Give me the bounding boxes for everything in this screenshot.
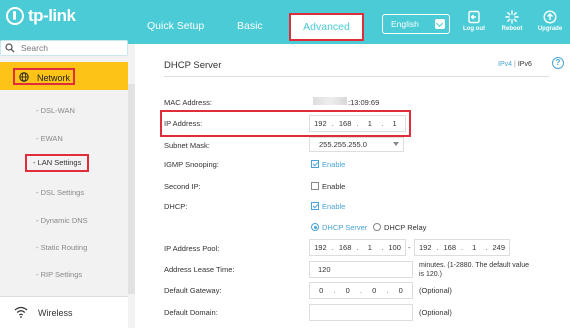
dhcp-relay-radio[interactable] <box>373 223 381 231</box>
sidebar-scrollbar[interactable] <box>128 84 135 294</box>
top-header: tp-link Quick Setup Basic Advanced Engli… <box>0 0 570 44</box>
language-value: English <box>391 19 419 29</box>
lease-time-note: minutes. (1-2880. The default value is 1… <box>419 261 529 279</box>
upgrade-label: Upgrade <box>537 26 563 32</box>
gateway-optional-note: (Optional) <box>419 286 452 295</box>
subnet-mask-select[interactable]: 255.255.255.0 <box>309 137 404 152</box>
reboot-icon <box>505 10 519 24</box>
logout-button[interactable]: Log out <box>457 10 491 32</box>
reboot-label: Reboot <box>501 26 523 32</box>
sidebar-item-network[interactable]: Network <box>0 62 128 90</box>
gateway-octet-3[interactable]: 0 <box>363 286 386 295</box>
pool-end-input[interactable]: 192. 168. 1. 249 <box>414 239 510 256</box>
dhcp-enable-label: Enable <box>322 202 346 211</box>
gateway-octet-1[interactable]: 0 <box>310 286 333 295</box>
ip-address-label: IP Address: <box>164 119 203 128</box>
upgrade-button[interactable]: Upgrade <box>533 10 567 32</box>
sidebar-item-static-routing[interactable]: - Static Routing <box>36 243 87 252</box>
dhcp-label: DHCP: <box>164 202 188 211</box>
sidebar-item-rip-settings[interactable]: - RIP Settings <box>36 270 82 279</box>
pool-end-octet-1[interactable]: 192 <box>415 243 436 252</box>
dhcp-server-label: DHCP Server <box>322 223 368 232</box>
ip-version-switch: IPv4 | IPv6 <box>498 61 532 68</box>
reboot-button[interactable]: Reboot <box>495 10 529 32</box>
dhcp-relay-label: DHCP Relay <box>384 223 427 232</box>
ip-address-input[interactable]: 192. 168. 1. 1 <box>309 115 406 132</box>
ip-octet-3[interactable]: 1 <box>360 119 381 128</box>
igmp-enable-label: Enable <box>322 160 346 169</box>
gateway-octet-2[interactable]: 0 <box>337 286 360 295</box>
section-title: DHCP Server <box>164 60 222 71</box>
dhcp-enable-checkbox[interactable] <box>311 202 319 210</box>
globe-icon <box>19 72 29 82</box>
chevron-down-icon <box>435 19 445 29</box>
lease-time-label: Address Lease Time: <box>164 265 235 274</box>
mac-redacted <box>313 97 347 105</box>
ipv4-link[interactable]: IPv4 <box>498 61 512 68</box>
second-ip-label: Second IP: <box>164 182 201 191</box>
help-icon[interactable]: ? <box>552 57 564 69</box>
tp-link-logo: tp-link <box>6 6 76 26</box>
tab-quick-setup[interactable]: Quick Setup <box>147 20 204 32</box>
ip-octet-1[interactable]: 192 <box>310 119 331 128</box>
title-divider <box>164 76 549 77</box>
network-highlight: Network <box>13 68 75 85</box>
sidebar-item-dsl-settings[interactable]: - DSL Settings <box>36 188 84 197</box>
tab-advanced[interactable]: Advanced <box>289 13 364 41</box>
lease-note-line-2: is 120.) <box>419 271 442 278</box>
ip-pool-label: IP Address Pool: <box>164 244 220 253</box>
gateway-octet-4[interactable]: 0 <box>390 286 413 295</box>
language-select[interactable]: English <box>382 14 450 34</box>
tab-basic[interactable]: Basic <box>237 20 263 32</box>
tp-link-logo-icon <box>6 7 24 25</box>
second-ip-enable-label: Enable <box>322 182 346 191</box>
pool-end-octet-3[interactable]: 1 <box>464 243 485 252</box>
sidebar-item-wireless[interactable]: Wireless <box>0 296 128 328</box>
igmp-enable-checkbox[interactable] <box>311 160 319 168</box>
sidebar-item-ewan[interactable]: - EWAN <box>36 134 63 143</box>
ip-octet-4[interactable]: 1 <box>384 119 405 128</box>
search-icon <box>5 43 15 53</box>
pool-end-octet-2[interactable]: 168 <box>440 243 461 252</box>
sidebar-item-lan-settings[interactable]: - LAN Settings <box>25 154 89 172</box>
lease-note-line-1: minutes. (1-2880. The default value <box>419 262 529 269</box>
pool-separator: - <box>408 243 411 252</box>
wireless-label: Wireless <box>38 308 73 318</box>
logout-icon <box>468 10 480 24</box>
ip-octet-2[interactable]: 168 <box>335 119 356 128</box>
default-gateway-input[interactable]: 0. 0. 0. 0 <box>309 282 413 299</box>
domain-optional-note: (Optional) <box>419 308 452 317</box>
subnet-mask-label: Subnet Mask: <box>164 141 210 150</box>
pool-start-octet-3[interactable]: 1 <box>360 243 381 252</box>
second-ip-enable-checkbox[interactable] <box>311 182 319 190</box>
subnet-mask-value: 255.255.255.0 <box>319 140 367 149</box>
mac-address-value: :13:09:69 <box>348 98 380 107</box>
sidebar-item-dsl-wan[interactable]: - DSL-WAN <box>36 106 75 115</box>
ipv6-link[interactable]: IPv6 <box>518 61 532 68</box>
mac-address-label: MAC Address: <box>164 98 212 107</box>
pool-start-octet-2[interactable]: 168 <box>335 243 356 252</box>
sidebar: Search Network - DSL-WAN - EWAN - LAN Se… <box>0 40 135 328</box>
default-gateway-label: Default Gateway: <box>164 286 222 295</box>
lease-time-input[interactable]: 120 <box>309 261 413 278</box>
pool-start-octet-1[interactable]: 192 <box>310 243 331 252</box>
network-label: Network <box>37 73 71 83</box>
dropdown-arrow-icon <box>393 142 399 146</box>
default-domain-label: Default Domain: <box>164 308 218 317</box>
pool-start-input[interactable]: 192. 168. 1. 100 <box>309 239 406 256</box>
search-input[interactable]: Search <box>0 40 128 56</box>
logout-label: Log out <box>463 26 485 32</box>
dhcp-server-radio[interactable] <box>311 223 319 231</box>
sidebar-item-dynamic-dns[interactable]: - Dynamic DNS <box>36 216 88 225</box>
default-domain-input[interactable] <box>309 304 413 321</box>
upgrade-icon <box>543 10 557 24</box>
igmp-snooping-label: IGMP Snooping: <box>164 160 219 169</box>
pool-end-octet-4[interactable]: 249 <box>489 243 510 252</box>
wifi-icon <box>14 306 28 318</box>
search-placeholder: Search <box>21 43 48 53</box>
pool-start-octet-4[interactable]: 100 <box>384 243 405 252</box>
